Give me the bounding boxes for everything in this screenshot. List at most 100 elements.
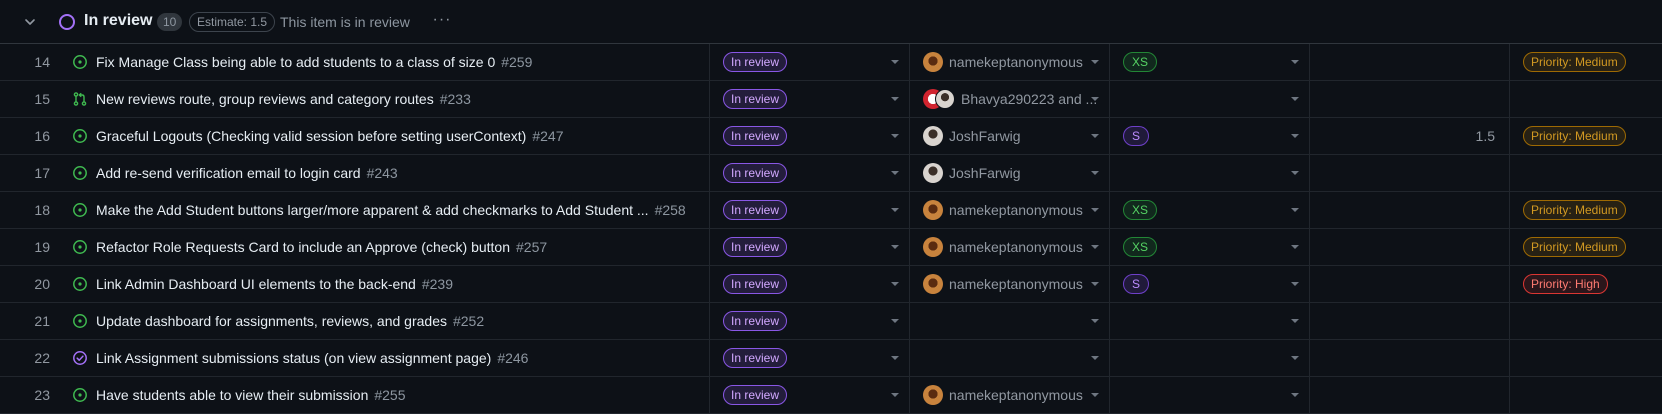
status-cell[interactable]: In review [711,266,910,302]
issue-title-link[interactable]: Make the Add Student buttons larger/more… [96,202,649,218]
assignees-cell[interactable]: Bhavya290223 and ... [911,81,1110,117]
size-cell[interactable]: XS [1111,229,1310,265]
estimate-cell[interactable] [1311,192,1510,228]
caret-down-icon[interactable] [1291,393,1299,397]
caret-down-icon[interactable] [1091,134,1099,138]
assignees-cell[interactable] [911,303,1110,339]
caret-down-icon[interactable] [1091,171,1099,175]
title-cell[interactable]: Graceful Logouts (Checking valid session… [70,118,710,154]
title-cell[interactable]: Fix Manage Class being able to add stude… [70,44,710,80]
title-cell[interactable]: Update dashboard for assignments, review… [70,303,710,339]
status-cell[interactable]: In review [711,81,910,117]
assignees-cell[interactable]: namekeptanonymous [911,266,1110,302]
caret-down-icon[interactable] [1091,245,1099,249]
table-row[interactable]: 23 Have students able to view their submi… [0,377,1662,414]
priority-cell[interactable]: Priority: High [1511,266,1662,302]
priority-cell[interactable] [1511,340,1662,376]
priority-cell[interactable] [1511,155,1662,191]
caret-down-icon[interactable] [1291,134,1299,138]
assignees-cell[interactable]: namekeptanonymous [911,44,1110,80]
size-cell[interactable] [1111,340,1310,376]
size-cell[interactable] [1111,377,1310,413]
issue-title-link[interactable]: Link Assignment submissions status (on v… [96,350,491,366]
title-cell[interactable]: Link Admin Dashboard UI elements to the … [70,266,710,302]
caret-down-icon[interactable] [891,282,899,286]
table-row[interactable]: 17 Add re-send verification email to logi… [0,155,1662,192]
status-cell[interactable]: In review [711,192,910,228]
assignees-cell[interactable]: namekeptanonymous [911,229,1110,265]
caret-down-icon[interactable] [1091,282,1099,286]
caret-down-icon[interactable] [891,171,899,175]
status-cell[interactable]: In review [711,118,910,154]
status-cell[interactable]: In review [711,155,910,191]
assignees-cell[interactable] [911,340,1110,376]
issue-title-link[interactable]: Add re-send verification email to login … [96,165,361,181]
size-cell[interactable]: S [1111,118,1310,154]
priority-cell[interactable] [1511,303,1662,339]
estimate-cell[interactable] [1311,229,1510,265]
priority-cell[interactable]: Priority: Medium [1511,118,1662,154]
priority-cell[interactable] [1511,81,1662,117]
size-cell[interactable] [1111,303,1310,339]
status-cell[interactable]: In review [711,303,910,339]
title-cell[interactable]: Link Assignment submissions status (on v… [70,340,710,376]
caret-down-icon[interactable] [891,356,899,360]
table-row[interactable]: 20 Link Admin Dashboard UI elements to th… [0,266,1662,303]
caret-down-icon[interactable] [1091,319,1099,323]
estimate-cell[interactable] [1311,340,1510,376]
caret-down-icon[interactable] [1291,245,1299,249]
assignees-cell[interactable]: namekeptanonymous [911,377,1110,413]
estimate-cell[interactable] [1311,266,1510,302]
table-row[interactable]: 19 Refactor Role Requests Card to include… [0,229,1662,266]
caret-down-icon[interactable] [891,319,899,323]
size-cell[interactable] [1111,155,1310,191]
priority-cell[interactable]: Priority: Medium [1511,44,1662,80]
caret-down-icon[interactable] [1091,97,1099,101]
status-cell[interactable]: In review [711,377,910,413]
caret-down-icon[interactable] [1291,208,1299,212]
caret-down-icon[interactable] [1091,393,1099,397]
status-cell[interactable]: In review [711,340,910,376]
caret-down-icon[interactable] [1291,60,1299,64]
estimate-cell[interactable] [1311,377,1510,413]
caret-down-icon[interactable] [891,97,899,101]
issue-title-link[interactable]: Fix Manage Class being able to add stude… [96,54,495,70]
more-options-icon[interactable]: ··· [432,12,452,32]
estimate-cell[interactable] [1311,303,1510,339]
caret-down-icon[interactable] [1291,356,1299,360]
status-cell[interactable]: In review [711,44,910,80]
assignees-cell[interactable]: JoshFarwig [911,155,1110,191]
table-row[interactable]: 16 Graceful Logouts (Checking valid sessi… [0,118,1662,155]
estimate-cell[interactable] [1311,81,1510,117]
table-row[interactable]: 18 Make the Add Student buttons larger/mo… [0,192,1662,229]
title-cell[interactable]: New reviews route, group reviews and cat… [70,81,710,117]
priority-cell[interactable]: Priority: Medium [1511,229,1662,265]
size-cell[interactable] [1111,81,1310,117]
estimate-cell[interactable] [1311,44,1510,80]
caret-down-icon[interactable] [1091,356,1099,360]
caret-down-icon[interactable] [891,393,899,397]
title-cell[interactable]: Add re-send verification email to login … [70,155,710,191]
issue-title-link[interactable]: Graceful Logouts (Checking valid session… [96,128,526,144]
caret-down-icon[interactable] [1291,319,1299,323]
issue-title-link[interactable]: Update dashboard for assignments, review… [96,313,447,329]
size-cell[interactable]: XS [1111,192,1310,228]
caret-down-icon[interactable] [1091,208,1099,212]
caret-down-icon[interactable] [891,60,899,64]
title-cell[interactable]: Have students able to view their submiss… [70,377,710,413]
priority-cell[interactable] [1511,377,1662,413]
caret-down-icon[interactable] [891,245,899,249]
caret-down-icon[interactable] [891,208,899,212]
issue-title-link[interactable]: Refactor Role Requests Card to include a… [96,239,510,255]
caret-down-icon[interactable] [1291,171,1299,175]
table-row[interactable]: 15 New reviews route, group reviews and c… [0,81,1662,118]
table-row[interactable]: 21 Update dashboard for assignments, revi… [0,303,1662,340]
assignees-cell[interactable]: namekeptanonymous [911,192,1110,228]
table-row[interactable]: 22 Link Assignment submissions status (on… [0,340,1662,377]
assignees-cell[interactable]: JoshFarwig [911,118,1110,154]
caret-down-icon[interactable] [1291,97,1299,101]
chevron-down-icon[interactable] [22,14,38,30]
table-row[interactable]: 14 Fix Manage Class being able to add stu… [0,44,1662,81]
size-cell[interactable]: S [1111,266,1310,302]
caret-down-icon[interactable] [1091,60,1099,64]
